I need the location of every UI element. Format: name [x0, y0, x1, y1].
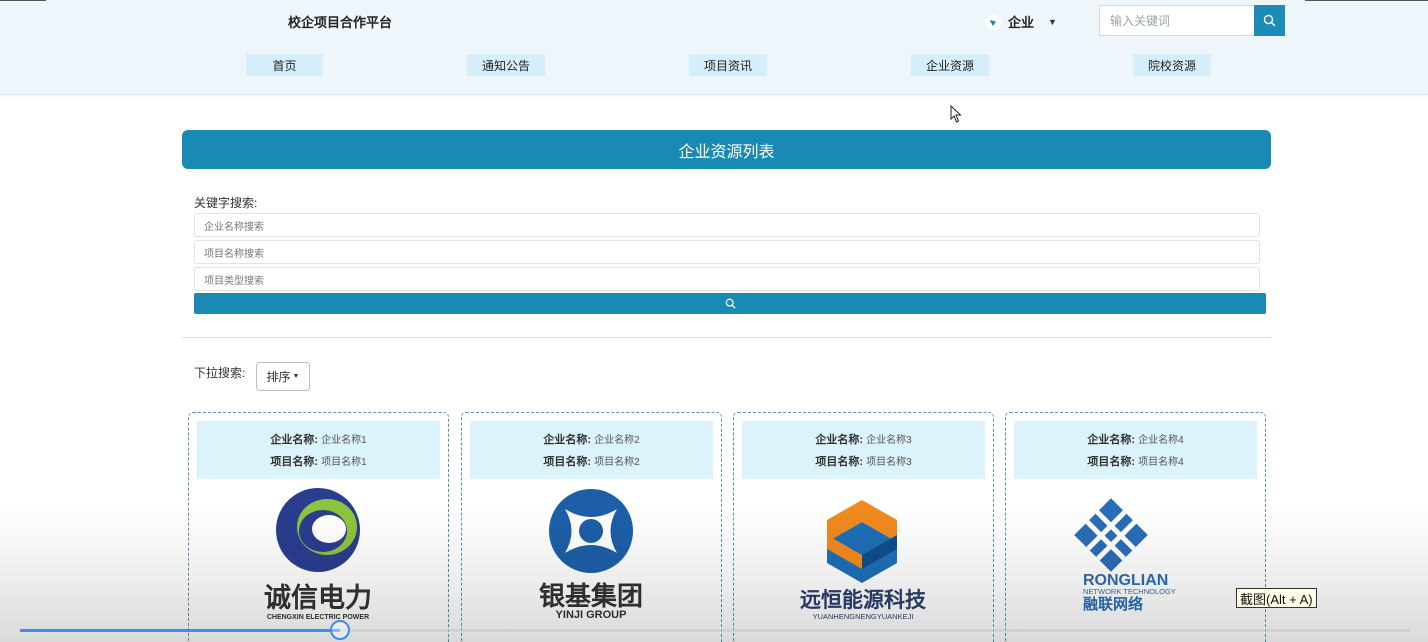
svg-text:银基集团: 银基集团	[539, 581, 643, 612]
project-type-search-input[interactable]: 项目类型搜索	[194, 267, 1260, 291]
header-search	[1099, 5, 1285, 36]
top-edge-line	[0, 0, 46, 1]
progress-knob[interactable]	[330, 620, 350, 640]
caret-down-icon: ▼	[1048, 16, 1057, 27]
search-icon	[1263, 14, 1276, 27]
nav-item-notices[interactable]: 通知公告	[467, 54, 545, 76]
card-info: 企业名称: 企业名称4 项目名称: 项目名称4	[1014, 421, 1257, 479]
dropdown-search-label: 下拉搜索:	[194, 366, 246, 380]
project-name-row: 项目名称: 项目名称1	[270, 456, 367, 468]
screenshot-tooltip: 截图(Alt + A)	[1236, 588, 1317, 608]
sort-dropdown-button[interactable]: 排序 ▼	[256, 362, 310, 391]
company-card[interactable]: 企业名称: 企业名称1 项目名称: 项目名称1 诚信电力 CHENGXIN EL…	[188, 412, 449, 642]
caret-down-icon: ▼	[292, 373, 300, 380]
project-name-value: 项目名称1	[321, 457, 367, 468]
company-card[interactable]: 企业名称: 企业名称2 项目名称: 项目名称2 银基集团 YINJI GROUP	[461, 412, 722, 642]
project-name-row: 项目名称: 项目名称4	[1087, 456, 1184, 468]
project-name-row: 项目名称: 项目名称3	[815, 456, 912, 468]
svg-text:融联网络: 融联网络	[1083, 595, 1143, 613]
card-info: 企业名称: 企业名称1 项目名称: 项目名称1	[197, 421, 440, 479]
company-name-search-input[interactable]: 企业名称搜索	[194, 213, 1260, 237]
company-name-row: 企业名称: 企业名称2	[543, 434, 640, 446]
header-search-button[interactable]	[1254, 5, 1285, 36]
section-divider	[182, 337, 1271, 338]
keyword-search-label: 关键字搜索:	[194, 196, 258, 210]
nav-item-home[interactable]: 首页	[246, 54, 323, 76]
svg-text:远恒能源科技: 远恒能源科技	[800, 588, 927, 612]
user-menu[interactable]: 企业 ▼	[986, 12, 1057, 31]
progress-fill	[20, 629, 340, 632]
company-logo: 诚信电力 CHENGXIN ELECTRIC POWER	[264, 488, 372, 621]
page-banner: 企业资源列表	[182, 130, 1271, 169]
user-icon	[986, 14, 1002, 29]
nav-item-school-resources[interactable]: 院校资源	[1133, 54, 1211, 76]
company-name-row: 企业名称: 企业名称4	[1087, 434, 1184, 446]
project-name-value: 项目名称4	[1138, 457, 1184, 468]
mouse-cursor-icon	[950, 105, 962, 123]
search-icon	[725, 298, 736, 309]
top-header: 校企项目合作平台 企业 ▼ 首页 通知公告 项目资讯 企业资源 院校资源	[0, 0, 1428, 95]
card-info: 企业名称: 企业名称3 项目名称: 项目名称3	[742, 421, 985, 479]
project-name-value: 项目名称3	[866, 457, 912, 468]
card-info: 企业名称: 企业名称2 项目名称: 项目名称2	[470, 421, 713, 479]
company-name-value: 企业名称4	[1138, 435, 1184, 446]
svg-text:YUANHENGNENGYUANKEJI: YUANHENGNENGYUANKEJI	[813, 612, 914, 621]
svg-text:CHENGXIN ELECTRIC POWER: CHENGXIN ELECTRIC POWER	[267, 614, 369, 621]
company-name-value: 企业名称3	[866, 435, 912, 446]
company-name-row: 企业名称: 企业名称1	[270, 434, 367, 446]
company-card[interactable]: 企业名称: 企业名称4 项目名称: 项目名称4 RONGLIAN NETWORK…	[1005, 412, 1266, 642]
project-name-search-input[interactable]: 项目名称搜索	[194, 240, 1260, 264]
top-edge-line	[1305, 0, 1428, 1]
svg-text:诚信电力: 诚信电力	[264, 583, 372, 614]
company-logo: 远恒能源科技 YUANHENGNENGYUANKEJI	[800, 500, 927, 621]
company-logo: 银基集团 YINJI GROUP	[539, 489, 643, 621]
sort-label: 排序	[266, 370, 291, 384]
nav-item-project-news[interactable]: 项目资讯	[689, 54, 767, 76]
search-button[interactable]	[194, 293, 1266, 314]
project-name-value: 项目名称2	[594, 457, 640, 468]
header-search-input[interactable]	[1099, 5, 1254, 36]
company-card[interactable]: 企业名称: 企业名称3 项目名称: 项目名称3 远恒能源科技 YUANHENGN…	[733, 412, 994, 642]
project-name-row: 项目名称: 项目名称2	[543, 456, 640, 468]
nav-item-company-resources[interactable]: 企业资源	[911, 54, 989, 76]
company-name-value: 企业名称2	[594, 435, 640, 446]
company-logo: RONGLIAN NETWORK TECHNOLOGY 融联网络	[1074, 498, 1176, 613]
svg-text:YINJI GROUP: YINJI GROUP	[556, 609, 627, 621]
company-name-value: 企业名称1	[321, 435, 367, 446]
site-title[interactable]: 校企项目合作平台	[288, 12, 392, 31]
company-name-row: 企业名称: 企业名称3	[815, 434, 912, 446]
page-title: 企业资源列表	[678, 143, 775, 161]
user-menu-label: 企业	[1008, 15, 1035, 30]
